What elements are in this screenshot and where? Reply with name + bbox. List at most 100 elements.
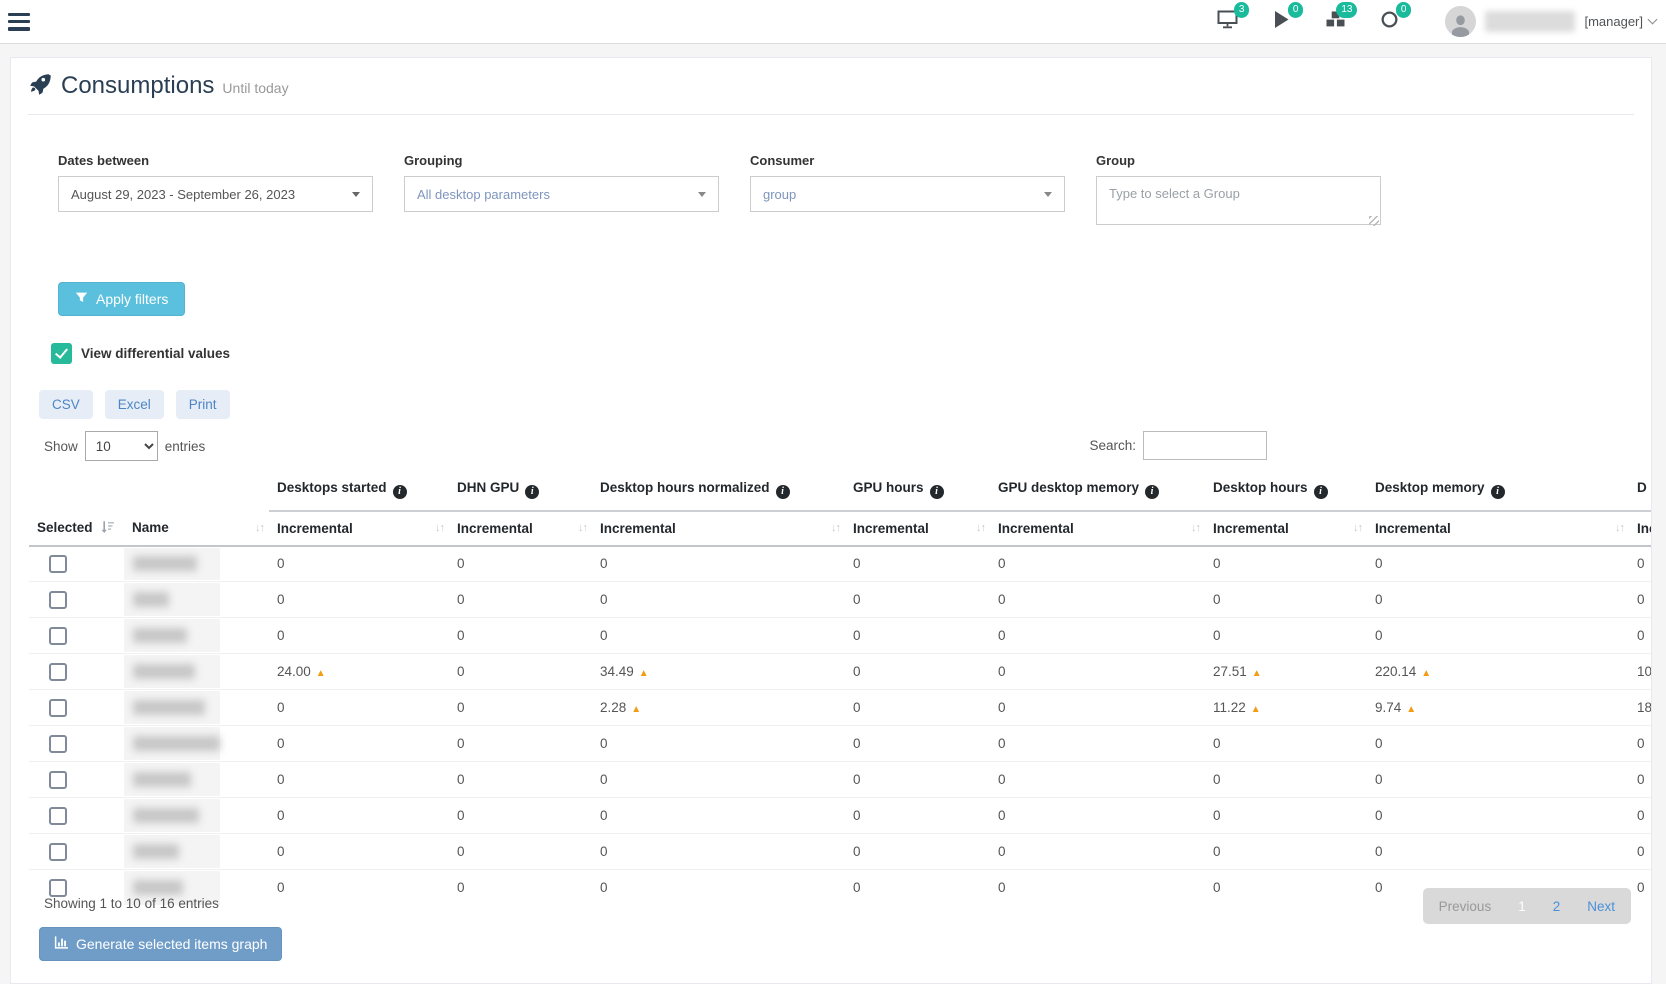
cubes-badge: 13: [1336, 2, 1357, 18]
column-header-incremental[interactable]: Incremental↓↑: [1205, 511, 1367, 546]
name-cell-redacted: [124, 546, 269, 582]
group-input[interactable]: [1096, 176, 1381, 225]
row-checkbox[interactable]: [49, 807, 67, 825]
value-cell: 0: [990, 798, 1205, 834]
pagination-page-2[interactable]: 2: [1553, 899, 1561, 914]
consumptions-table-wrap: Desktops startediDHN GPUiDesktop hours n…: [29, 471, 1652, 906]
value-cell: 0: [1367, 834, 1629, 870]
row-checkbox[interactable]: [49, 555, 67, 573]
grouping-label: Grouping: [404, 153, 719, 168]
value-cell: 27.51▲: [1205, 654, 1367, 690]
excel-button[interactable]: Excel: [105, 390, 164, 419]
info-icon[interactable]: i: [1145, 485, 1159, 499]
selected-cell: [29, 762, 124, 798]
info-icon[interactable]: i: [525, 485, 539, 499]
info-icon[interactable]: i: [776, 485, 790, 499]
column-header-incremental[interactable]: Incremental↓↑: [269, 511, 449, 546]
name-cell-redacted: [124, 726, 269, 762]
sort-icon: ↓↑: [1353, 522, 1362, 534]
search-input[interactable]: [1143, 431, 1267, 460]
table-row: 002.28▲0011.22▲9.74▲18: [29, 690, 1652, 726]
group-header: GPU desktop memoryi: [990, 471, 1205, 511]
pagination: Previous 1 2 Next: [1423, 888, 1631, 924]
cubes-notification[interactable]: 13: [1323, 10, 1347, 34]
search-control: Search:: [1089, 431, 1267, 460]
value-cell: 0: [269, 798, 449, 834]
info-icon[interactable]: i: [1491, 485, 1505, 499]
print-button[interactable]: Print: [176, 390, 230, 419]
circle-notification[interactable]: 0: [1377, 10, 1401, 34]
date-range-picker[interactable]: August 29, 2023 - September 26, 2023: [58, 176, 373, 212]
grouping-select[interactable]: All desktop parameters: [404, 176, 719, 212]
value-cell: 0: [1205, 618, 1367, 654]
column-header-name[interactable]: Name↓↑: [124, 511, 269, 546]
chevron-down-icon: [1648, 15, 1658, 25]
value-cell: 0: [269, 726, 449, 762]
page-subtitle: Until today: [222, 80, 288, 96]
value-cell: 0: [449, 618, 592, 654]
value-cell: 34.49▲: [592, 654, 845, 690]
info-icon[interactable]: i: [1314, 485, 1328, 499]
user-name-redacted: [1485, 11, 1575, 32]
name-cell-redacted: [124, 762, 269, 798]
table-row: 00000000: [29, 618, 1652, 654]
selected-cell: [29, 582, 124, 618]
value-cell: 0: [990, 762, 1205, 798]
monitor-notification[interactable]: 3: [1215, 10, 1239, 34]
row-checkbox[interactable]: [49, 879, 67, 897]
user-menu[interactable]: [manager]: [1445, 6, 1656, 37]
header-spacer: [124, 471, 269, 511]
increase-triangle-icon: ▲: [1421, 668, 1431, 679]
column-header-incremental[interactable]: Incremental↓↑: [449, 511, 592, 546]
increase-triangle-icon: ▲: [639, 668, 649, 679]
column-header-incremental[interactable]: Incremental↓↑: [1629, 511, 1652, 546]
pagination-next[interactable]: Next: [1587, 899, 1615, 914]
differential-row: View differential values: [51, 343, 1651, 364]
circle-badge: 0: [1396, 2, 1412, 18]
monitor-badge: 3: [1234, 2, 1250, 18]
row-checkbox[interactable]: [49, 699, 67, 717]
generate-graph-button[interactable]: Generate selected items graph: [39, 927, 282, 961]
play-notification[interactable]: 0: [1269, 10, 1293, 34]
column-header-incremental[interactable]: Incremental↓↑: [1367, 511, 1629, 546]
column-header-incremental[interactable]: Incremental↓↑: [990, 511, 1205, 546]
header-spacer: [29, 471, 124, 511]
menu-toggle-icon[interactable]: [6, 12, 32, 32]
info-icon[interactable]: i: [930, 485, 944, 499]
value-cell: 0: [1367, 582, 1629, 618]
row-checkbox[interactable]: [49, 843, 67, 861]
row-checkbox[interactable]: [49, 627, 67, 645]
row-checkbox[interactable]: [49, 591, 67, 609]
consumer-select[interactable]: group: [750, 176, 1065, 212]
apply-filters-button[interactable]: Apply filters: [58, 282, 185, 316]
column-header-selected[interactable]: Selected: [29, 511, 124, 546]
row-checkbox[interactable]: [49, 771, 67, 789]
column-header-incremental[interactable]: Incremental↓↑: [845, 511, 990, 546]
name-cell-redacted: [124, 654, 269, 690]
value-cell: 0: [1629, 834, 1652, 870]
differential-checkbox[interactable]: [51, 343, 72, 364]
csv-button[interactable]: CSV: [39, 390, 93, 419]
column-header-incremental[interactable]: Incremental↓↑: [592, 511, 845, 546]
table-row: 00000000: [29, 582, 1652, 618]
play-badge: 0: [1288, 2, 1304, 18]
value-cell: 0: [990, 726, 1205, 762]
info-icon[interactable]: i: [393, 485, 407, 499]
row-checkbox[interactable]: [49, 735, 67, 753]
sort-icon: ↓↑: [578, 522, 587, 534]
table-row: 00000000: [29, 834, 1652, 870]
pagination-previous[interactable]: Previous: [1439, 899, 1492, 914]
group-field: Group: [1096, 153, 1411, 230]
sort-icon: ↓↑: [435, 522, 444, 534]
sort-icon: ↓↑: [976, 522, 985, 534]
sub-header-row: Selected Name↓↑Incremental↓↑Incremental↓…: [29, 511, 1652, 546]
value-cell: 0: [990, 690, 1205, 726]
navbar-right: 3 0 13 0 [manager]: [1215, 6, 1656, 37]
row-checkbox[interactable]: [49, 663, 67, 681]
page-length-select[interactable]: 10: [85, 431, 158, 461]
value-cell: 0: [1205, 762, 1367, 798]
value-cell: 0: [269, 618, 449, 654]
pagination-page-1[interactable]: 1: [1518, 899, 1526, 914]
sort-icon: ↓↑: [1191, 522, 1200, 534]
value-cell: 0: [1367, 798, 1629, 834]
